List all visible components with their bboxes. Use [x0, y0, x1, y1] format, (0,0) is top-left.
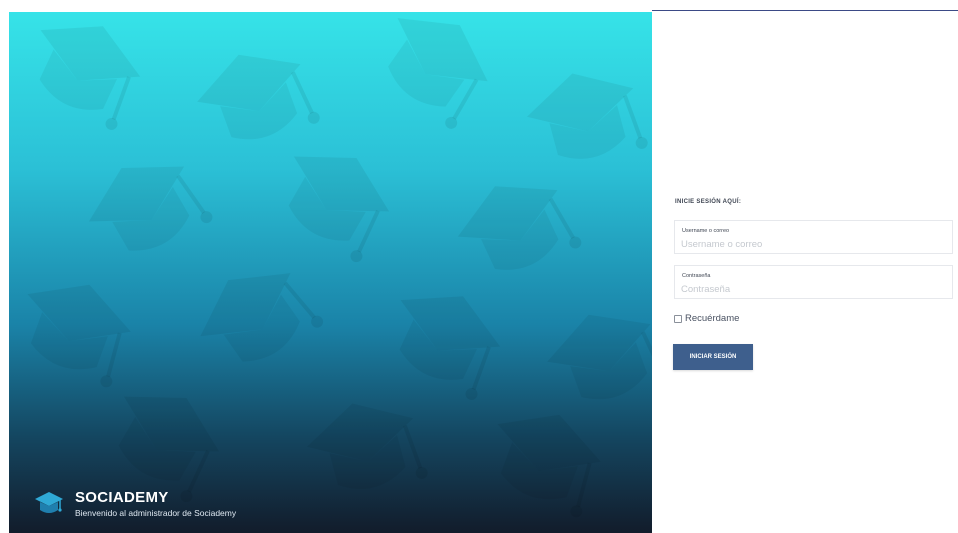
brand-block: SOCIADEMY Bienvenido al administrador de…: [33, 487, 236, 519]
username-field[interactable]: Username o correo: [674, 220, 953, 254]
login-button[interactable]: INICIAR SESIÓN: [673, 344, 753, 370]
hero-panel: SOCIADEMY Bienvenido al administrador de…: [9, 12, 652, 533]
graduation-cap-logo-icon: [35, 492, 63, 513]
remember-checkbox[interactable]: [674, 314, 682, 323]
top-divider: [652, 10, 958, 11]
password-field[interactable]: Contraseña: [674, 265, 953, 299]
brand-name: SOCIADEMY: [75, 488, 169, 506]
username-label: Username o correo: [682, 228, 730, 234]
password-input[interactable]: [681, 283, 941, 295]
password-label: Contraseña: [682, 273, 711, 279]
login-panel: INICIE SESIÓN AQUÍ: Username o correo Co…: [652, 0, 958, 533]
brand-tagline: Bienvenido al administrador de Sociademy: [75, 507, 237, 518]
remember-label: Recuérdame: [685, 313, 740, 324]
username-input[interactable]: [681, 238, 941, 250]
remember-me[interactable]: Recuérdame: [674, 313, 739, 324]
login-title: INICIE SESIÓN AQUÍ:: [675, 199, 742, 205]
graduation-cap-pattern: [9, 12, 652, 522]
